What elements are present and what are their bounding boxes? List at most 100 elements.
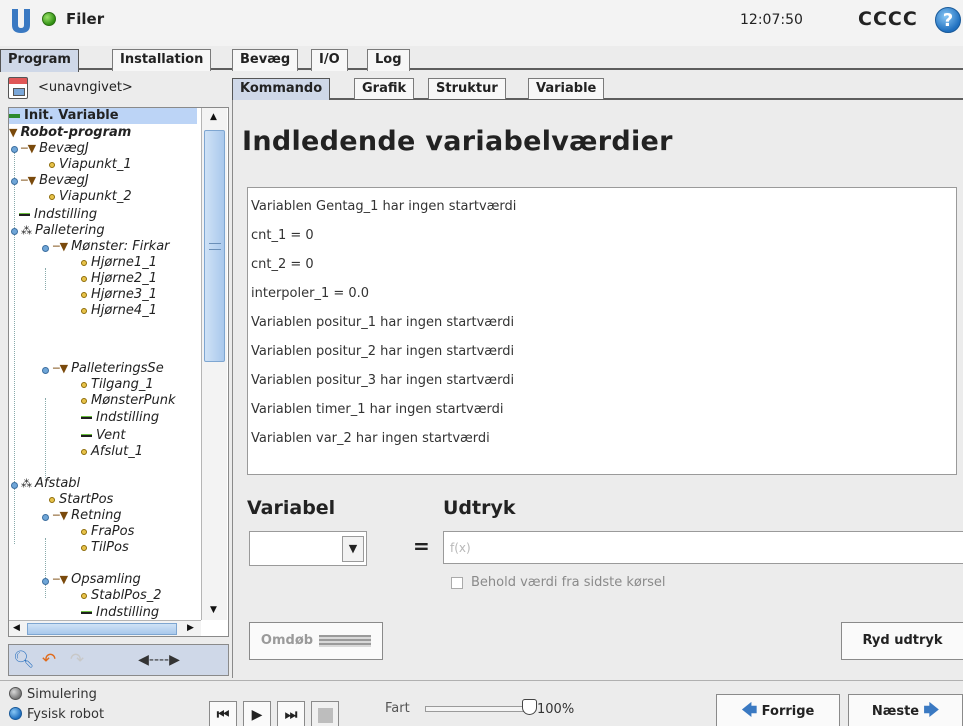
list-item[interactable]: interpoler_1 = 0.0 — [251, 286, 369, 301]
tree-item-from-pos[interactable]: FraPos — [81, 524, 134, 540]
tree-item-pickup[interactable]: ─▼ Opsamling — [53, 572, 141, 588]
next-button[interactable]: Næste 🡆 — [848, 694, 963, 726]
keep-value-checkbox[interactable] — [451, 577, 463, 589]
waypoint-icon — [81, 307, 87, 314]
tree-item-approach[interactable]: Tilgang_1 — [81, 377, 154, 393]
tab-io[interactable]: I/O — [311, 49, 348, 71]
top-bar: Filer 12:07:50 CCCC ? — [0, 0, 963, 46]
clear-expression-button[interactable]: Ryd udtryk — [841, 622, 963, 660]
expression-input[interactable]: f(x) — [443, 531, 963, 564]
tree-vertical-scroll-thumb[interactable] — [204, 130, 225, 362]
main-tabs: Program Installation Bevæg I/O Log — [0, 47, 963, 72]
chevron-down-icon[interactable]: ▼ — [342, 536, 364, 562]
waypoint-icon — [81, 528, 87, 535]
tab-structure[interactable]: Struktur — [428, 78, 506, 99]
tree-item-init-variable[interactable]: Init. Variable — [9, 108, 197, 124]
tree-item-corner-3[interactable]: Hjørne3_1 — [81, 287, 157, 303]
scroll-down-icon[interactable]: ▼ — [210, 605, 217, 615]
variable-select[interactable]: ▼ — [249, 531, 367, 566]
pallet-icon: ⁂ — [21, 477, 32, 490]
tree-item-unstack[interactable]: ⁂ Afstabl — [21, 476, 80, 492]
speed-slider[interactable] — [425, 706, 533, 712]
tree-item-movej-1[interactable]: ─▼ BevægJ — [21, 141, 89, 157]
tree-item-to-pos[interactable]: TilPos — [81, 540, 129, 556]
tree-item-stack-pos[interactable]: StablPos_2 — [81, 588, 162, 604]
stop-button[interactable] — [311, 701, 339, 726]
program-header: <unavngivet> — [8, 77, 228, 103]
waypoint-icon — [81, 381, 87, 388]
list-item[interactable]: Variablen positur_1 har ingen startværdi — [251, 315, 514, 330]
tab-graphics[interactable]: Grafik — [354, 78, 415, 99]
tab-variables[interactable]: Variable — [528, 78, 605, 99]
tree-item-corner-1[interactable]: Hjørne1_1 — [81, 255, 157, 271]
bottom-bar: Simulering Fysisk robot ⏮ ▶ ⏭ Fart 100% … — [0, 680, 963, 726]
tab-program[interactable]: Program — [0, 49, 79, 72]
bar-icon — [19, 213, 30, 216]
list-item[interactable]: Variablen var_2 har ingen startværdi — [251, 431, 490, 446]
tree-item-setting-3[interactable]: Indstilling — [81, 605, 159, 620]
rename-button[interactable]: Omdøb — [249, 622, 383, 660]
move-node-icon[interactable]: ◀----▶ — [109, 648, 209, 672]
tree-item-pallet-sequence[interactable]: ─▼ PalleteringsSe — [53, 361, 164, 377]
tree-item-pattern-point[interactable]: MønsterPunk — [81, 393, 175, 409]
previous-button-label: Forrige — [761, 704, 815, 719]
list-item[interactable]: Variablen positur_2 har ingen startværdi — [251, 344, 514, 359]
simulation-option[interactable]: Simulering — [9, 687, 97, 702]
redo-icon[interactable]: ↷ — [65, 648, 89, 672]
bar-icon — [81, 416, 92, 419]
tree-item-setting-1[interactable]: Indstilling — [19, 207, 97, 223]
pallet-icon: ⁂ — [21, 224, 32, 237]
tree-item-label: Viapunkt_2 — [59, 189, 132, 204]
tree-horizontal-scroll-thumb[interactable] — [27, 623, 177, 635]
rename-icon — [319, 634, 372, 647]
tree-item-waypoint-1[interactable]: Viapunkt_1 — [49, 157, 132, 173]
tree-item-robot-program[interactable]: ▼ Robot-program — [9, 125, 131, 141]
init-icon — [9, 113, 20, 118]
scroll-left-icon[interactable]: ◀ — [13, 623, 20, 633]
tree-horizontal-scrollbar[interactable]: ◀ ▶ — [9, 620, 201, 636]
tree-item-movej-2[interactable]: ─▼ BevægJ — [21, 173, 89, 189]
speed-slider-handle[interactable] — [522, 699, 537, 715]
play-button[interactable]: ▶ — [243, 701, 271, 726]
scroll-right-icon[interactable]: ▶ — [187, 623, 194, 633]
tree-item-waypoint-2[interactable]: Viapunkt_2 — [49, 189, 132, 205]
skip-forward-button[interactable]: ⏭ — [277, 701, 305, 726]
previous-button[interactable]: 🡄 Forrige — [716, 694, 840, 726]
tree-item-label: Mønster: Firkar — [71, 239, 170, 254]
tree-item-label: StablPos_2 — [91, 588, 162, 603]
scroll-up-icon[interactable]: ▲ — [210, 112, 217, 122]
tree-item-pattern[interactable]: ─▼ Mønster: Firkar — [53, 239, 170, 255]
robot-name: CCCC — [858, 8, 918, 30]
tab-installation[interactable]: Installation — [112, 49, 212, 71]
skip-back-button[interactable]: ⏮ — [209, 701, 237, 726]
tree-item-setting-2[interactable]: Indstilling — [81, 410, 159, 426]
save-icon[interactable] — [8, 77, 28, 99]
tree-item-label: Indstilling — [96, 605, 160, 620]
search-icon[interactable]: 🔍︎ — [13, 648, 35, 672]
tree-item-wait[interactable]: Vent — [81, 428, 125, 444]
list-item[interactable]: Variablen positur_3 har ingen startværdi — [251, 373, 514, 388]
radio-icon — [9, 707, 22, 720]
tree-item-start-pos[interactable]: StartPos — [49, 492, 113, 508]
tree-item-direction[interactable]: ─▼ Retning — [53, 508, 122, 524]
tree-item-label: Tilgang_1 — [91, 377, 154, 392]
tab-move[interactable]: Bevæg — [232, 49, 299, 71]
tree-item-pallet[interactable]: ⁂ Palletering — [21, 223, 105, 239]
help-icon[interactable]: ? — [935, 7, 961, 33]
variable-list[interactable]: Variablen Gentag_1 har ingen startværdi … — [247, 187, 957, 475]
list-item[interactable]: Variablen Gentag_1 har ingen startværdi — [251, 199, 516, 214]
list-item[interactable]: cnt_2 = 0 — [251, 257, 314, 272]
tree-item-exit[interactable]: Afslut_1 — [81, 444, 143, 460]
tab-command[interactable]: Kommando — [232, 78, 331, 100]
list-item[interactable]: cnt_1 = 0 — [251, 228, 314, 243]
tree-item-corner-2[interactable]: Hjørne2_1 — [81, 271, 157, 287]
tab-log[interactable]: Log — [367, 49, 410, 71]
list-item[interactable]: Variablen timer_1 har ingen startværdi — [251, 402, 504, 417]
undo-icon[interactable]: ↶ — [37, 648, 61, 672]
tree-vertical-scrollbar[interactable]: ▲ ▼ — [201, 108, 227, 620]
app-title: Filer — [66, 10, 105, 28]
waypoint-icon — [49, 496, 55, 503]
tree-item-corner-4[interactable]: Hjørne4_1 — [81, 303, 157, 319]
physical-robot-option[interactable]: Fysisk robot — [9, 707, 104, 722]
tree-item-label: FraPos — [91, 524, 135, 539]
